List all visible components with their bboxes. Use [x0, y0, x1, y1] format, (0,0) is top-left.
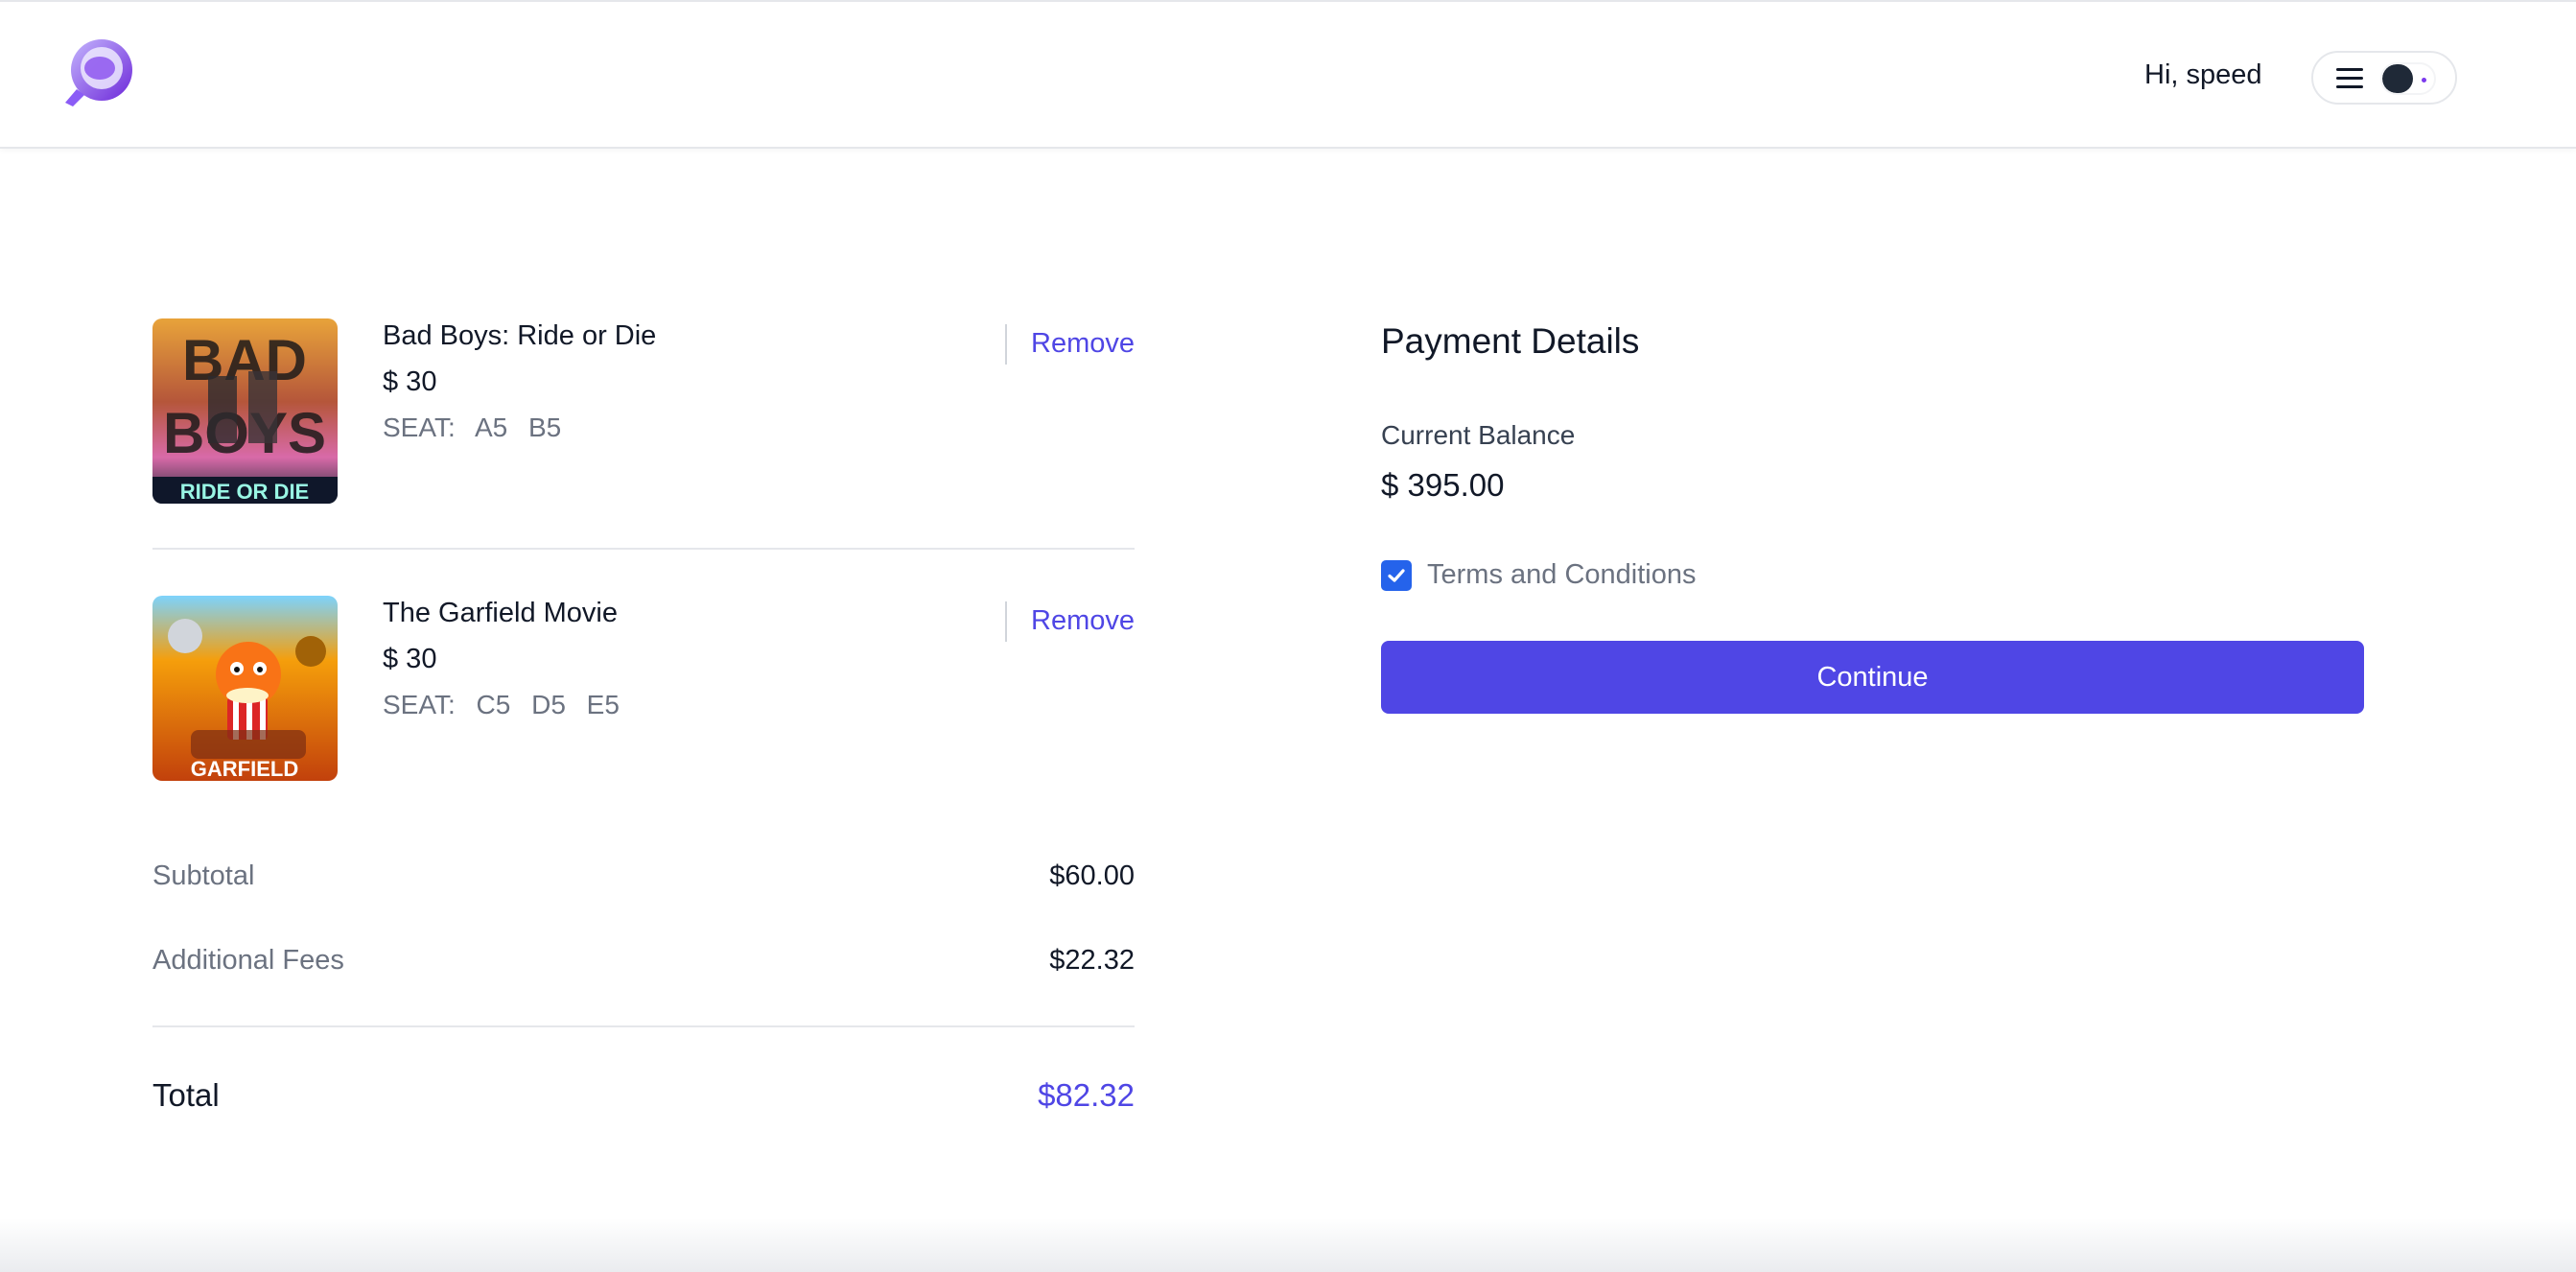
- seat-list: SEAT: A5 B5: [383, 412, 574, 443]
- seat-tag: E5: [586, 690, 620, 719]
- app-logo-icon[interactable]: [59, 35, 138, 112]
- balance-label: Current Balance: [1381, 420, 1576, 450]
- subtotal-row: Subtotal $60.00: [152, 860, 1135, 892]
- movie-title: The Garfield Movie: [383, 598, 618, 628]
- avatar: [2380, 62, 2436, 95]
- seat-tag: C5: [476, 690, 511, 719]
- subtotal-value: $60.00: [1049, 860, 1135, 891]
- top-nav-bar: Hi, speed: [0, 0, 2576, 149]
- fees-value: $22.32: [1049, 945, 1135, 976]
- svg-text:BOYS: BOYS: [163, 401, 326, 465]
- movie-title: Bad Boys: Ride or Die: [383, 320, 657, 351]
- user-menu-button[interactable]: [2311, 51, 2457, 105]
- seat-list: SEAT: C5 D5 E5: [383, 690, 633, 720]
- seat-tag: A5: [474, 412, 508, 442]
- svg-text:BAD: BAD: [182, 328, 307, 392]
- total-row: Total $82.32: [152, 1077, 1135, 1114]
- payment-title: Payment Details: [1381, 321, 1640, 361]
- terms-row[interactable]: Terms and Conditions: [1381, 559, 1696, 591]
- subtotal-label: Subtotal: [152, 860, 255, 891]
- remove-button[interactable]: Remove: [1031, 605, 1135, 637]
- movie-poster-image: GARFIELD: [152, 596, 338, 781]
- movie-poster-image: BAD BOYS RIDE OR DIE: [152, 318, 338, 504]
- remove-button[interactable]: Remove: [1031, 328, 1135, 360]
- total-value: $82.32: [1038, 1077, 1135, 1113]
- user-greeting: Hi, speed: [2144, 59, 2262, 90]
- payment-details-panel: Payment Details Current Balance $ 395.00…: [1381, 321, 2364, 714]
- fees-row: Additional Fees $22.32: [152, 945, 1135, 977]
- fees-label: Additional Fees: [152, 945, 344, 976]
- footer-edge: [0, 1218, 2576, 1272]
- svg-text:GARFIELD: GARFIELD: [191, 757, 298, 781]
- divider: [1005, 324, 1007, 365]
- terms-label[interactable]: Terms and Conditions: [1427, 559, 1696, 591]
- seat-tag: D5: [531, 690, 566, 719]
- cart-item: GARFIELD The Garfield Movie $ 30 SEAT: C…: [152, 594, 1135, 781]
- seat-label: SEAT:: [383, 690, 456, 719]
- check-icon: [1388, 568, 1405, 582]
- total-label: Total: [152, 1077, 220, 1113]
- hamburger-menu-icon: [2336, 68, 2363, 89]
- cart-items: BAD BOYS RIDE OR DIE Bad Boys: Ride or D…: [152, 317, 1135, 781]
- seat-label: SEAT:: [383, 412, 456, 442]
- divider: [152, 1025, 1135, 1027]
- balance-value: $ 395.00: [1381, 467, 1505, 503]
- cart-item: BAD BOYS RIDE OR DIE Bad Boys: Ride or D…: [152, 317, 1135, 550]
- movie-price: $ 30: [383, 644, 437, 674]
- terms-checkbox[interactable]: [1381, 559, 1412, 591]
- seat-tag: B5: [528, 412, 562, 442]
- divider: [1005, 601, 1007, 642]
- continue-button[interactable]: Continue: [1381, 641, 2364, 714]
- movie-price: $ 30: [383, 366, 437, 397]
- svg-text:RIDE OR DIE: RIDE OR DIE: [180, 480, 309, 504]
